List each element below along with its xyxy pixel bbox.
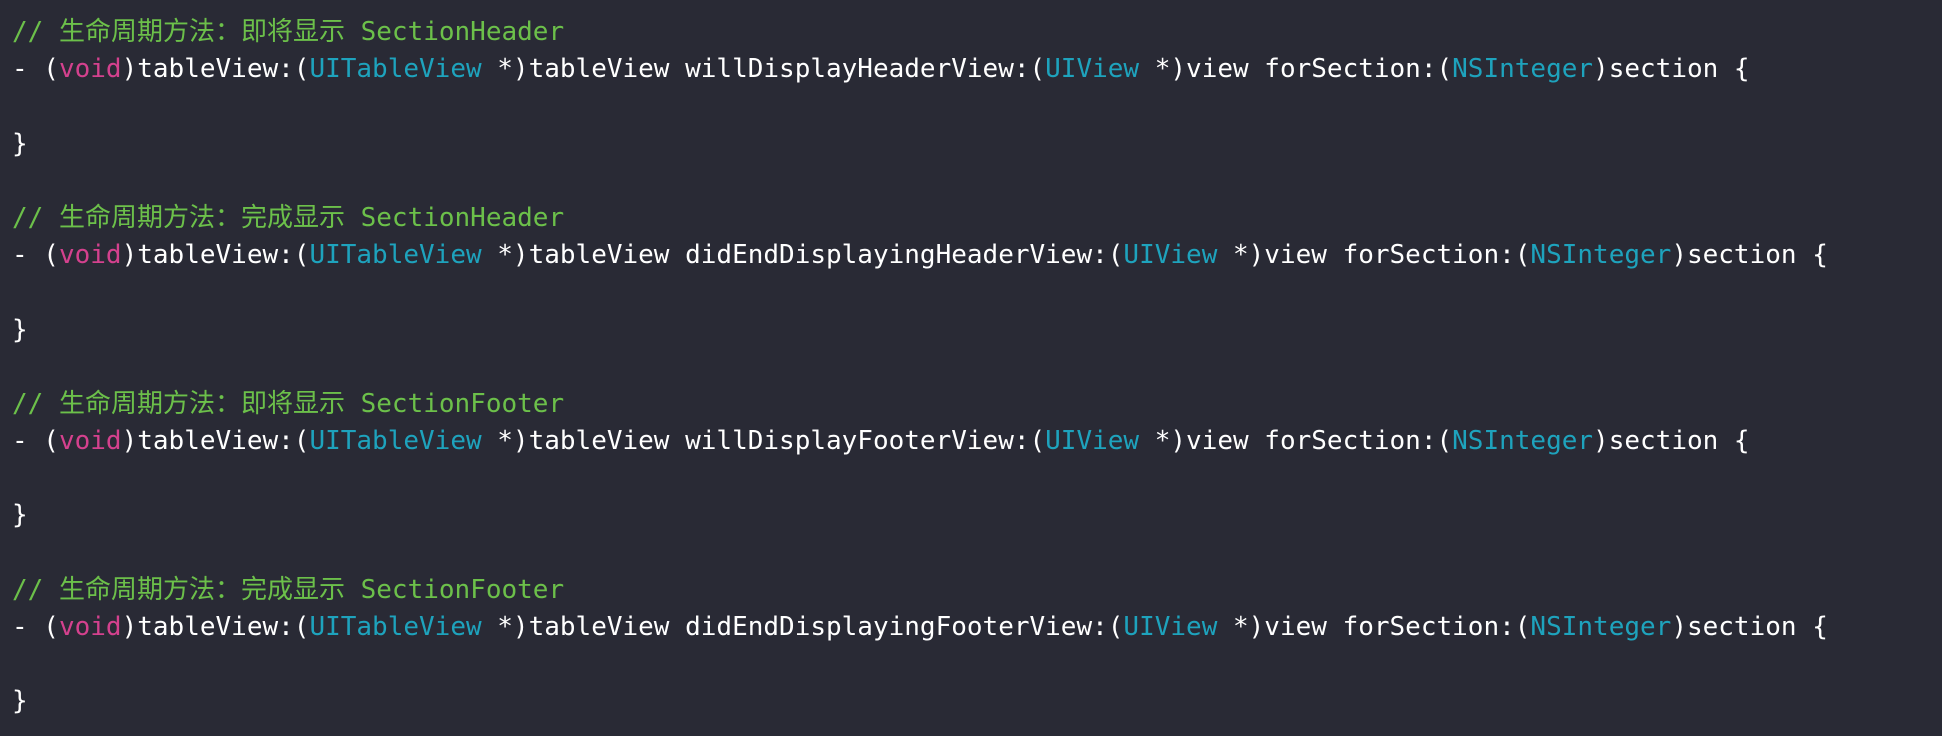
token-star-tableview: *)tableView: [481, 54, 686, 85]
token-star-tableview: *)tableView: [481, 612, 686, 642]
code-line-method: - (void)tableView:(UITableView *)tableVi…: [12, 606, 1942, 643]
code-line-method: - (void)tableView:(UITableView *)tableVi…: [12, 48, 1942, 85]
token-uiview: UIView: [1045, 426, 1140, 457]
token-tableview-selector: )tableView:(: [121, 426, 310, 457]
token-star-tableview: *)tableView: [481, 426, 686, 457]
token-tableview-selector: )tableView:(: [121, 240, 310, 271]
token-tableview-selector: )tableView:(: [121, 612, 310, 642]
token-suffix: )section {: [1671, 240, 1828, 271]
token-uitableview: UITableView: [309, 54, 482, 85]
token-prefix: - (: [12, 426, 59, 457]
code-line-method: - (void)tableView:(UITableView *)tableVi…: [12, 420, 1942, 457]
token-tableview-selector: )tableView:(: [121, 54, 310, 85]
token-prefix: - (: [12, 240, 59, 271]
token-star-view: *)view forSection:(: [1217, 612, 1531, 642]
close-brace: }: [12, 686, 28, 717]
token-suffix: )section {: [1593, 426, 1750, 457]
code-editor[interactable]: // 生命周期方法：即将显示 SectionHeader - (void)tab…: [0, 0, 1942, 736]
token-void: void: [58, 426, 122, 457]
token-uiview: UIView: [1123, 612, 1218, 642]
token-void: void: [58, 54, 122, 85]
token-method-name: willDisplayFooterView:: [685, 426, 1030, 457]
token-nsinteger: NSInteger: [1530, 612, 1672, 642]
comment-text: // 生命周期方法：即将显示 SectionFooter: [12, 388, 565, 419]
code-line-comment: // 生命周期方法：即将显示 SectionHeader: [12, 11, 1942, 48]
code-line-close-brace: }: [12, 123, 1942, 160]
token-suffix: )section {: [1593, 54, 1750, 85]
token-method-name: didEndDisplayingHeaderView:: [685, 240, 1108, 271]
token-open-paren: (: [1029, 54, 1046, 85]
token-uiview: UIView: [1045, 54, 1140, 85]
token-nsinteger: NSInteger: [1530, 240, 1672, 271]
token-uitableview: UITableView: [309, 612, 482, 642]
token-star-tableview: *)tableView: [481, 240, 686, 271]
token-method-name: didEndDisplayingFooterView:: [685, 612, 1108, 642]
token-open-paren: (: [1029, 426, 1046, 457]
code-line-close-brace: }: [12, 494, 1942, 531]
token-open-paren: (: [1107, 240, 1124, 271]
token-prefix: - (: [12, 612, 59, 642]
close-brace: }: [12, 314, 28, 345]
token-nsinteger: NSInteger: [1452, 426, 1594, 457]
token-uitableview: UITableView: [309, 426, 482, 457]
comment-text: // 生命周期方法：完成显示 SectionFooter: [12, 574, 565, 605]
comment-text: // 生命周期方法：即将显示 SectionHeader: [12, 17, 565, 47]
token-void: void: [58, 240, 122, 271]
token-void: void: [58, 612, 122, 642]
token-star-view: *)view forSection:(: [1139, 54, 1453, 85]
close-brace: }: [12, 500, 28, 531]
token-prefix: - (: [12, 54, 59, 85]
code-line-close-brace: }: [12, 309, 1942, 346]
token-nsinteger: NSInteger: [1452, 54, 1594, 85]
token-star-view: *)view forSection:(: [1139, 426, 1453, 457]
code-line-comment: // 生命周期方法：完成显示 SectionHeader: [12, 197, 1942, 234]
token-open-paren: (: [1107, 612, 1124, 642]
token-method-name: willDisplayHeaderView:: [685, 54, 1030, 85]
close-brace: }: [12, 128, 28, 159]
token-suffix: )section {: [1671, 612, 1828, 642]
token-uitableview: UITableView: [309, 240, 482, 271]
comment-text: // 生命周期方法：完成显示 SectionHeader: [12, 202, 565, 233]
code-line-method: - (void)tableView:(UITableView *)tableVi…: [12, 234, 1942, 271]
token-star-view: *)view forSection:(: [1217, 240, 1531, 271]
code-line-comment: // 生命周期方法：即将显示 SectionFooter: [12, 383, 1942, 420]
token-uiview: UIView: [1123, 240, 1218, 271]
code-line-comment: // 生命周期方法：完成显示 SectionFooter: [12, 569, 1942, 606]
code-line-close-brace: }: [12, 680, 1942, 717]
